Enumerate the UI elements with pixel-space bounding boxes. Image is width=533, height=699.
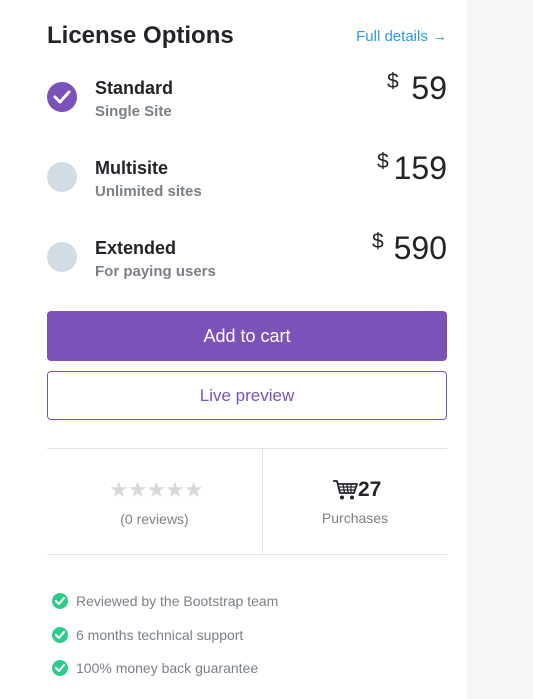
full-details-link[interactable]: Full details → xyxy=(356,27,447,47)
feature-text: 100% money back guarantee xyxy=(76,660,259,676)
radio-extended[interactable] xyxy=(47,242,77,272)
stats-box: ★★★★★ (0 reviews) 27 Purchases xyxy=(47,448,447,555)
page-background xyxy=(467,0,533,699)
option-price: $ 59 xyxy=(387,70,447,118)
license-title: License Options xyxy=(47,22,234,49)
price-amount: 59 xyxy=(411,70,447,106)
price-amount: 590 xyxy=(393,230,447,266)
price-amount: 159 xyxy=(393,150,447,186)
check-circle-icon xyxy=(52,593,68,609)
reviews-count: (0 reviews) xyxy=(120,511,189,527)
currency-symbol: $ xyxy=(387,70,399,93)
radio-standard[interactable] xyxy=(47,82,77,112)
license-header: License Options Full details → xyxy=(47,20,447,60)
option-subtitle: Single Site xyxy=(95,103,172,120)
shopping-cart-icon xyxy=(333,480,358,500)
check-circle-icon xyxy=(52,627,68,643)
star-rating[interactable]: ★★★★★ xyxy=(109,477,204,503)
option-price: $ 590 xyxy=(372,230,447,278)
purchase-count: 27 xyxy=(358,478,382,501)
rating-section: ★★★★★ (0 reviews) xyxy=(47,449,262,554)
option-subtitle: For paying users xyxy=(95,263,216,280)
feature-text: 6 months technical support xyxy=(76,627,244,643)
check-circle-icon xyxy=(52,660,68,676)
live-preview-button[interactable]: Live preview xyxy=(47,371,447,420)
option-name: Standard xyxy=(95,78,174,98)
option-subtitle: Unlimited sites xyxy=(95,183,202,200)
checkmark-icon xyxy=(53,90,71,104)
option-name: Multisite xyxy=(95,158,169,178)
feature-text: Reviewed by the Bootstrap team xyxy=(76,593,279,609)
purchase-label: Purchases xyxy=(321,510,389,526)
currency-symbol: $ xyxy=(377,150,389,173)
radio-multisite[interactable] xyxy=(47,162,77,192)
option-price: $ 159 xyxy=(377,150,447,198)
purchases-section: 27 Purchases xyxy=(263,449,447,554)
currency-symbol: $ xyxy=(372,230,384,253)
add-to-cart-button[interactable]: Add to cart xyxy=(47,311,447,361)
license-option-extended[interactable]: Extended For paying users $ 590 xyxy=(47,230,447,302)
option-name: Extended xyxy=(95,238,177,258)
license-option-multisite[interactable]: Multisite Unlimited sites $ 159 xyxy=(47,150,447,222)
license-option-standard[interactable]: Standard Single Site $ 59 xyxy=(47,70,447,142)
